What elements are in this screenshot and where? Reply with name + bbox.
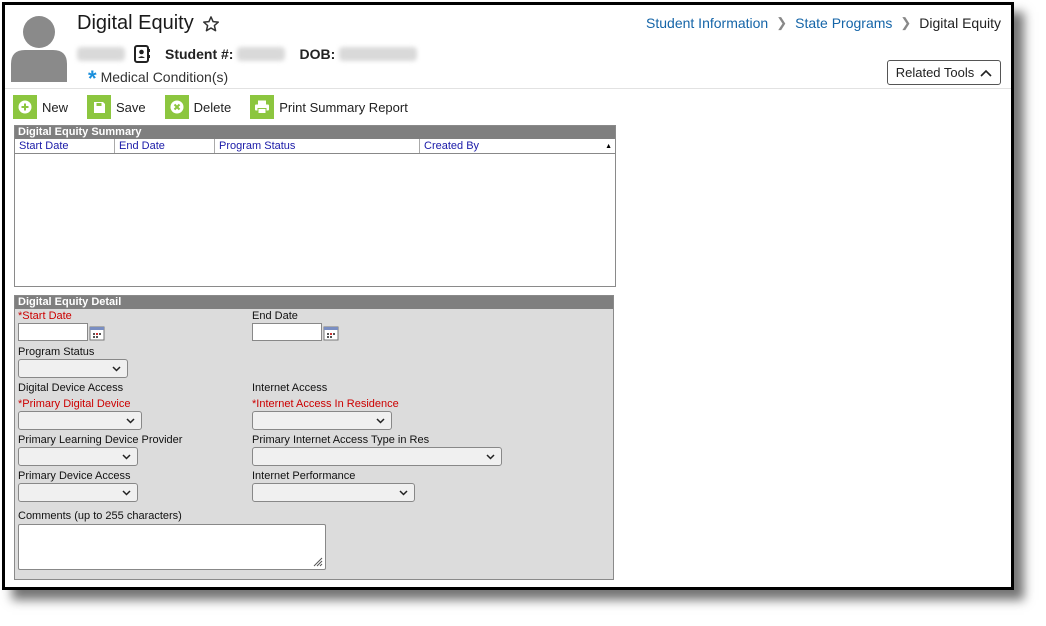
summary-table-header: Start Date End Date Program Status Creat… [15,139,615,154]
resize-grip-icon[interactable] [312,556,323,567]
chevron-right-icon: ❯ [900,15,912,30]
sort-ascending-icon[interactable]: ▲ [605,139,615,153]
chevron-down-icon [399,490,408,496]
summary-panel: Digital Equity Summary Start Date End Da… [14,125,616,287]
primary-device-access-select[interactable] [18,483,138,502]
print-summary-report-button[interactable]: Print Summary Report [250,95,408,119]
app-window: Digital Equity Student #: DOB: * Medical… [2,2,1014,590]
detail-panel: Digital Equity Detail *Start Date End Da… [14,295,614,580]
x-circle-icon [164,95,189,119]
start-date-label: *Start Date [18,310,72,322]
chevron-down-icon [486,454,495,460]
start-date-input[interactable] [18,323,88,341]
student-id-row: Student #: DOB: [77,45,418,63]
new-button[interactable]: New [13,95,68,119]
learning-device-provider-select[interactable] [18,447,138,466]
medical-asterisk-icon: * [88,66,97,91]
plus-circle-icon [13,95,37,119]
student-number-redacted [237,47,286,61]
column-start-date[interactable]: Start Date [15,139,115,153]
internet-access-type-label: Primary Internet Access Type in Res [252,434,430,446]
contact-card-icon[interactable] [133,45,151,63]
internet-access-residence-label-text: Internet Access In Residence [256,398,399,410]
student-number-label: Student #: [165,46,234,62]
breadcrumb-current: Digital Equity [919,15,1001,31]
action-toolbar: New Save Delete Print Summary Report [13,95,427,119]
printer-icon [250,95,275,119]
page-title-text: Digital Equity [77,12,194,34]
internet-performance-label: Internet Performance [252,470,356,482]
primary-digital-device-select[interactable] [18,411,142,430]
chevron-down-icon [376,418,385,424]
delete-label: Delete [193,99,232,115]
medical-condition-link[interactable]: * Medical Condition(s) [88,66,229,91]
page-title: Digital Equity [77,12,220,35]
end-date-input[interactable] [252,323,322,341]
detail-panel-title: Digital Equity Detail [15,296,613,309]
primary-digital-device-label-text: Primary Digital Device [22,398,131,410]
comments-label: Comments (up to 255 characters) [18,510,182,522]
print-summary-report-label: Print Summary Report [279,99,408,115]
chevron-down-icon [126,418,135,424]
summary-panel-title: Digital Equity Summary [15,126,615,139]
start-date-label-text: Start Date [22,310,72,322]
internet-access-type-select[interactable] [252,447,502,466]
related-tools-label: Related Tools [895,65,975,80]
program-status-label: Program Status [18,346,95,358]
comments-textarea[interactable] [18,524,326,570]
header-divider [5,88,1011,89]
column-end-date[interactable]: End Date [115,139,215,153]
primary-digital-device-label: *Primary Digital Device [18,398,130,410]
chevron-up-icon [980,69,992,77]
chevron-down-icon [122,454,131,460]
related-tools-button[interactable]: Related Tools [887,60,1001,85]
column-program-status[interactable]: Program Status [215,139,420,153]
calendar-icon[interactable] [323,325,339,341]
medical-condition-label: Medical Condition(s) [100,69,229,85]
learning-device-provider-label: Primary Learning Device Provider [18,434,183,446]
new-label: New [42,99,69,115]
column-created-by[interactable]: Created By [420,139,605,153]
program-status-select[interactable] [18,359,128,378]
internet-access-heading: Internet Access [252,382,328,394]
calendar-icon[interactable] [89,325,105,341]
internet-access-residence-select[interactable] [252,411,392,430]
save-button[interactable]: Save [87,95,146,119]
delete-button[interactable]: Delete [164,95,232,119]
dob-redacted [339,47,418,61]
breadcrumb-student-information[interactable]: Student Information [646,15,768,31]
end-date-label: End Date [252,310,298,322]
star-icon[interactable] [202,15,220,33]
primary-device-access-label: Primary Device Access [18,470,131,482]
breadcrumb: Student Information ❯ State Programs ❯ D… [646,15,1001,31]
dob-label: DOB: [299,46,336,62]
floppy-disk-icon [87,95,112,119]
chevron-right-icon: ❯ [776,15,788,30]
chevron-down-icon [112,366,121,372]
avatar [11,16,67,82]
internet-access-residence-label: *Internet Access In Residence [252,398,399,410]
student-name-redacted [77,47,125,61]
breadcrumb-state-programs[interactable]: State Programs [795,15,892,31]
digital-device-access-heading: Digital Device Access [18,382,124,394]
save-label: Save [116,99,146,115]
chevron-down-icon [122,490,131,496]
internet-performance-select[interactable] [252,483,415,502]
